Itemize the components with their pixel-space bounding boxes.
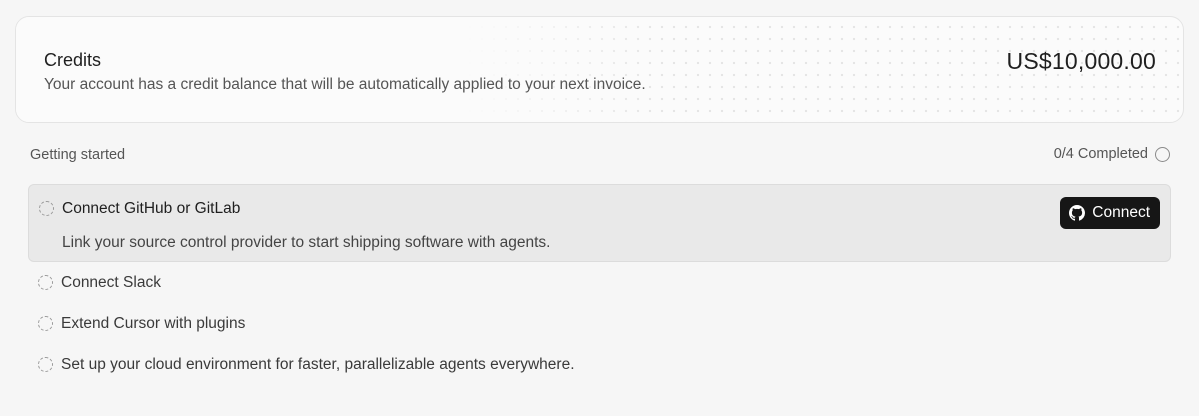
progress-text: 0/4 Completed bbox=[1053, 146, 1148, 162]
task-connect-slack[interactable]: Connect Slack bbox=[28, 268, 1171, 298]
dashboard-page: Credits Your account has a credit balanc… bbox=[0, 0, 1199, 416]
task-extend-plugins[interactable]: Extend Cursor with plugins bbox=[28, 309, 1171, 339]
task-description: Link your source control provider to sta… bbox=[62, 234, 551, 251]
task-title: Connect GitHub or GitLab bbox=[62, 200, 241, 217]
task-cloud-environment[interactable]: Set up your cloud environment for faster… bbox=[28, 350, 1171, 380]
dashed-circle-icon bbox=[38, 316, 53, 331]
task-connect-github[interactable]: Connect GitHub or GitLab Link your sourc… bbox=[28, 184, 1171, 262]
connect-button[interactable]: Connect bbox=[1060, 197, 1160, 229]
getting-started-label: Getting started bbox=[30, 147, 126, 163]
progress-ring-icon bbox=[1155, 146, 1170, 162]
task-title: Set up your cloud environment for faster… bbox=[61, 356, 575, 373]
github-icon bbox=[1069, 205, 1086, 221]
credits-amount: US$10,000.00 bbox=[1006, 48, 1156, 74]
credits-title: Credits bbox=[44, 50, 102, 70]
progress-indicator: 0/4 Completed bbox=[1054, 146, 1170, 162]
task-title: Extend Cursor with plugins bbox=[61, 315, 246, 332]
dashed-circle-icon bbox=[39, 201, 54, 216]
dashed-circle-icon bbox=[38, 275, 53, 290]
credits-description: Your account has a credit balance that w… bbox=[44, 76, 646, 93]
connect-button-label: Connect bbox=[1092, 204, 1150, 221]
dashed-circle-icon bbox=[38, 357, 53, 372]
task-title: Connect Slack bbox=[61, 274, 161, 291]
credits-card: Credits Your account has a credit balanc… bbox=[15, 16, 1184, 123]
dot-pattern-fade bbox=[16, 17, 656, 122]
